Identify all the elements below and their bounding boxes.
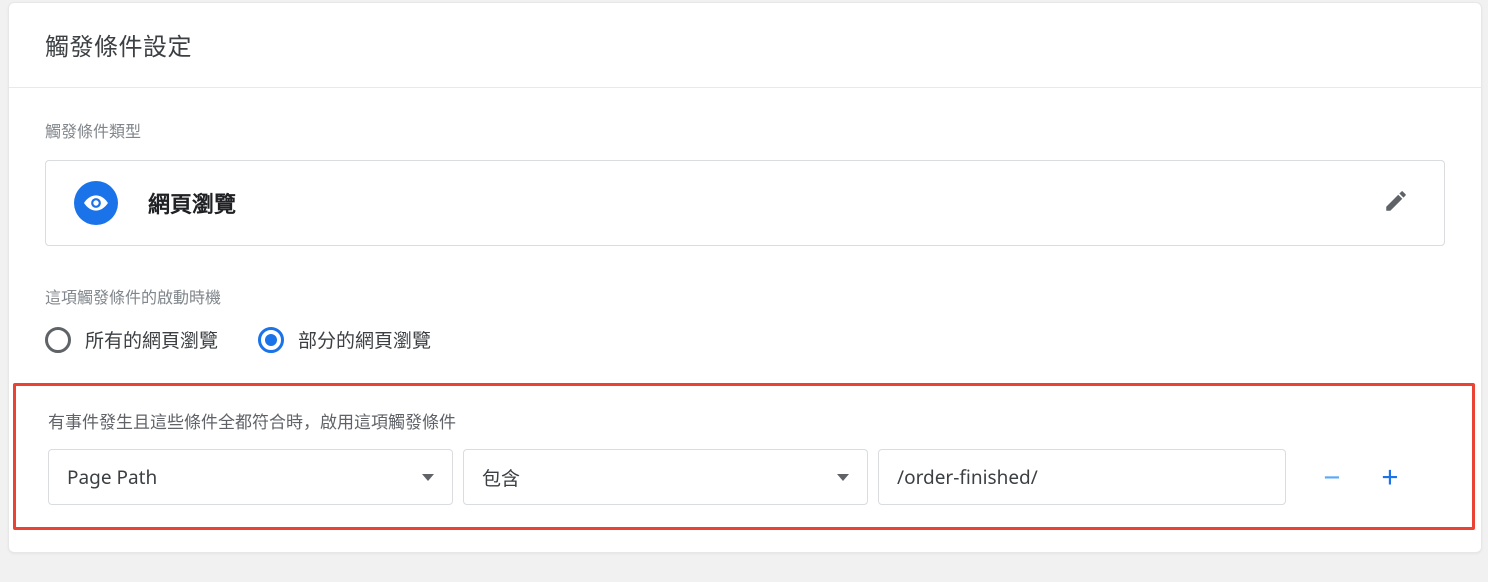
trigger-type-name: 網頁瀏覽 [148,187,1376,219]
pencil-icon [1383,188,1409,219]
condition-operator-value: 包含 [482,464,520,491]
plus-icon: + [1381,462,1398,492]
radio-icon [258,327,284,353]
chevron-down-icon [837,474,849,481]
radio-icon [45,327,71,353]
condition-variable-select[interactable]: Page Path [48,449,453,505]
radio-label-all: 所有的網頁瀏覽 [85,326,218,353]
chevron-down-icon [422,474,434,481]
radio-some-pageviews[interactable]: 部分的網頁瀏覽 [258,326,431,353]
edit-trigger-type-button[interactable] [1376,183,1416,223]
trigger-type-box[interactable]: 網頁瀏覽 [45,160,1445,246]
condition-row: Page Path 包含 − + [48,449,1442,505]
radio-all-pageviews[interactable]: 所有的網頁瀏覽 [45,326,218,353]
radio-label-some: 部分的網頁瀏覽 [298,326,431,353]
card-title: 觸發條件設定 [45,27,1445,63]
card-body: 觸發條件類型 網頁瀏覽 這項觸發條件的啟動時機 所有的網頁瀏覽 部分的網頁瀏覽 [9,88,1481,552]
trigger-type-label: 觸發條件類型 [45,118,1445,142]
remove-condition-button[interactable]: − [1308,453,1356,501]
fires-on-label: 這項觸發條件的啟動時機 [45,284,1445,308]
conditions-highlight: 有事件發生且這些條件全都符合時，啟用這項觸發條件 Page Path 包含 − … [13,383,1475,530]
condition-variable-value: Page Path [67,464,157,490]
conditions-label: 有事件發生且這些條件全都符合時，啟用這項觸發條件 [48,408,1442,433]
pageview-icon [74,181,118,225]
trigger-config-card: 觸發條件設定 觸發條件類型 網頁瀏覽 這項觸發條件的啟動時機 所有的網頁瀏覽 [8,2,1482,553]
condition-operator-select[interactable]: 包含 [463,449,868,505]
add-condition-button[interactable]: + [1366,453,1414,501]
fires-on-radio-group: 所有的網頁瀏覽 部分的網頁瀏覽 [45,326,1445,353]
condition-value-input[interactable] [878,449,1286,505]
card-header: 觸發條件設定 [9,3,1481,88]
minus-icon: − [1323,462,1340,492]
